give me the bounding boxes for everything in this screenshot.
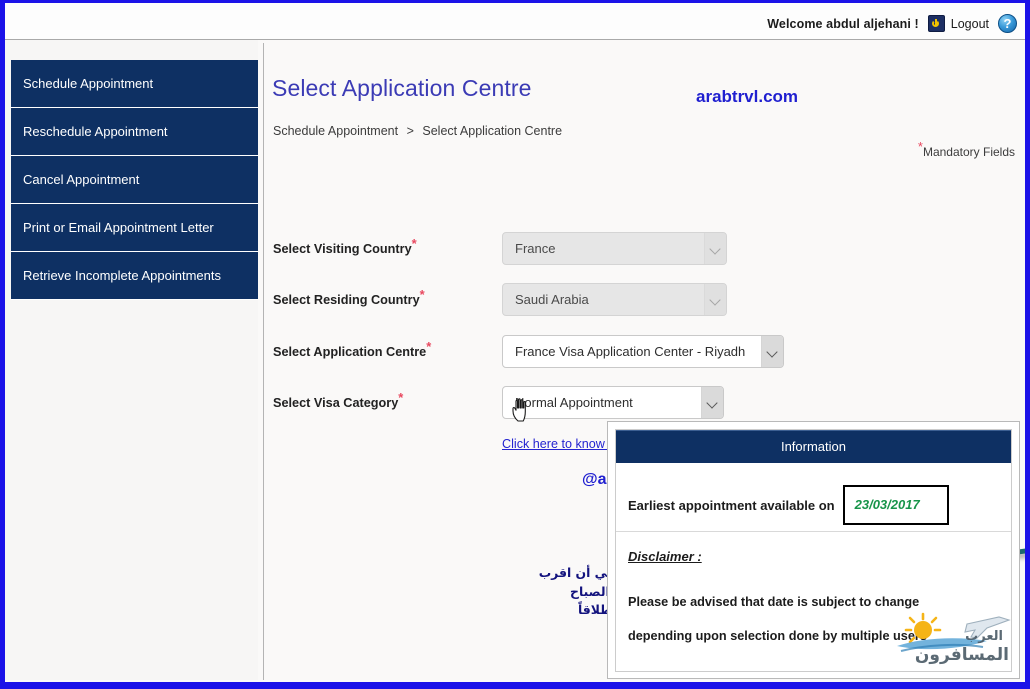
sidebar: Actions Schedule Appointment Reschedule … [5, 3, 258, 680]
select-visiting-country-value: France [515, 241, 556, 256]
earliest-appointment-date-box: 23/03/2017 [842, 485, 949, 525]
sidebar-item-label: Cancel Appointment [23, 172, 140, 187]
earliest-appointment-row: Earliest appointment available on 23/03/… [628, 485, 949, 525]
user-session-area: Welcome abdul aljehani ! Logout ? [767, 14, 1017, 33]
form-row-visiting-country: Select Visiting Country* France [273, 232, 1013, 266]
label-text: Select Application Centre [273, 345, 427, 359]
select-visa-category[interactable]: Normal Appointment [502, 386, 724, 419]
select-visa-category-value: Normal Appointment [515, 395, 633, 410]
form-row-application-centre: Select Application Centre* France Visa A… [273, 335, 1013, 369]
select-residing-country-value: Saudi Arabia [515, 292, 589, 307]
required-star: * [426, 338, 432, 354]
earliest-appointment-date: 23/03/2017 [854, 497, 920, 512]
disclaimer-text-line-2: depending upon selection done by multipl… [628, 629, 927, 643]
brand-watermark-text: arabtrvl.com [696, 87, 799, 106]
information-panel-title: Information [780, 439, 847, 454]
form-row-residing-country: Select Residing Country* Saudi Arabia [273, 283, 1013, 317]
select-application-centre[interactable]: France Visa Application Center - Riyadh [502, 335, 784, 368]
chevron-down-icon [761, 336, 783, 367]
information-panel-container: Information Earliest appointment availab… [607, 421, 1020, 679]
page-title: Select Application Centre [272, 75, 532, 101]
sidebar-item-cancel-appointment[interactable]: Cancel Appointment [11, 156, 258, 204]
breadcrumb-item-parent[interactable]: Schedule Appointment [273, 124, 398, 138]
sidebar-item-label: Print or Email Appointment Letter [23, 220, 214, 235]
mandatory-fields-note: *Mandatory Fields [918, 140, 1015, 159]
required-star: * [419, 286, 425, 302]
sidebar-item-retrieve-incomplete-appointments[interactable]: Retrieve Incomplete Appointments [11, 252, 258, 300]
required-star: * [411, 235, 417, 251]
information-panel: Information Earliest appointment availab… [615, 429, 1012, 672]
breadcrumb-separator: > [406, 124, 414, 138]
mandatory-label: Mandatory Fields [922, 145, 1015, 159]
label-visiting-country: Select Visiting Country* [273, 237, 417, 256]
select-residing-country[interactable]: Saudi Arabia [502, 283, 727, 316]
select-visiting-country[interactable]: France [502, 232, 727, 265]
logout-button[interactable]: Logout [927, 15, 989, 32]
label-text: Select Visa Category [273, 396, 399, 410]
form-row-visa-category: Select Visa Category* Normal Appointment [273, 386, 1013, 420]
chevron-down-icon [704, 284, 726, 315]
application-window: Actions Schedule Appointment Reschedule … [0, 0, 1030, 689]
information-panel-header: Information [616, 430, 1011, 463]
information-panel-body: Earliest appointment available on 23/03/… [616, 463, 1011, 671]
label-visa-category: Select Visa Category* [273, 391, 403, 410]
breadcrumb: Schedule Appointment > Select Applicatio… [273, 124, 562, 138]
sidebar-item-schedule-appointment[interactable]: Schedule Appointment [11, 60, 258, 108]
information-panel-divider [616, 531, 1011, 532]
breadcrumb-item-current: Select Application Centre [422, 124, 563, 138]
disclaimer-heading: Disclaimer : [628, 549, 702, 564]
label-text: Select Residing Country [273, 293, 420, 307]
welcome-message: Welcome abdul aljehani ! [767, 16, 919, 31]
label-text: Select Visiting Country [273, 242, 412, 256]
label-residing-country: Select Residing Country* [273, 288, 425, 307]
top-header-bar: Welcome abdul aljehani ! Logout ? [5, 3, 1025, 40]
sidebar-item-label: Retrieve Incomplete Appointments [23, 268, 221, 283]
power-icon [927, 15, 945, 32]
sidebar-item-label: Schedule Appointment [23, 76, 154, 91]
sidebar-item-print-or-email-appointment-letter[interactable]: Print or Email Appointment Letter [11, 204, 258, 252]
sidebar-item-label: Reschedule Appointment [23, 124, 168, 139]
earliest-appointment-label: Earliest appointment available on [628, 497, 835, 513]
label-application-centre: Select Application Centre* [273, 340, 431, 359]
required-star: * [398, 389, 404, 405]
help-icon[interactable]: ? [998, 14, 1017, 33]
disclaimer-text-line-1: Please be advised that date is subject t… [628, 595, 920, 609]
chevron-down-icon [701, 387, 723, 418]
logout-label: Logout [950, 16, 989, 31]
sidebar-nav-list: Schedule Appointment Reschedule Appointm… [11, 60, 258, 300]
select-application-centre-value: France Visa Application Center - Riyadh [515, 344, 746, 359]
chevron-down-icon [704, 233, 726, 264]
sidebar-item-reschedule-appointment[interactable]: Reschedule Appointment [11, 108, 258, 156]
